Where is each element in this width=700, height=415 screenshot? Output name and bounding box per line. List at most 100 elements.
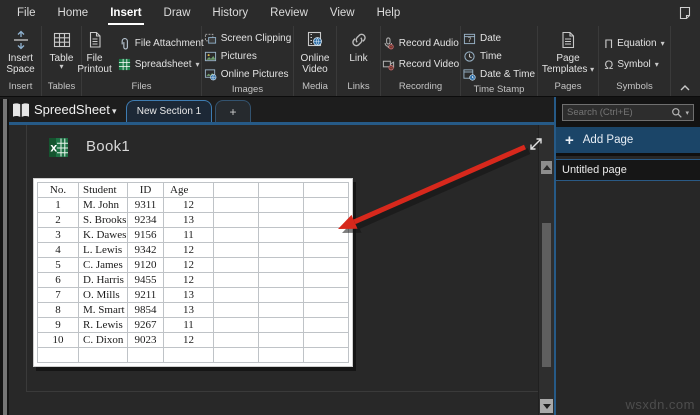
search-box[interactable]: ▾ bbox=[562, 104, 694, 121]
ribbon-group-recording: Record Audio Record Video Recording bbox=[381, 26, 461, 96]
cell: 9120 bbox=[127, 257, 164, 273]
excel-workbook-icon[interactable]: X bbox=[48, 137, 69, 158]
chevron-down-icon: ▾ bbox=[59, 62, 64, 71]
svg-text:X: X bbox=[50, 145, 57, 155]
file-printout-button[interactable]: File Printout bbox=[75, 28, 113, 75]
equation-button[interactable]: Π Equation ▾ bbox=[600, 33, 668, 54]
side-note-icon[interactable] bbox=[678, 6, 692, 20]
time-button[interactable]: Time bbox=[459, 47, 539, 65]
menu-item-help[interactable]: Help bbox=[366, 0, 412, 26]
insert-space-button[interactable]: Insert Space bbox=[0, 28, 41, 75]
cell: 12 bbox=[163, 332, 214, 348]
menu-item-view[interactable]: View bbox=[319, 0, 366, 26]
notebook-name[interactable]: SpreedSheet bbox=[34, 102, 110, 117]
group-label-pages: Pages bbox=[554, 81, 582, 92]
cell: 9854 bbox=[127, 302, 164, 318]
sidebar-search-area: ▾ bbox=[554, 97, 700, 127]
online-video-label: Online Video bbox=[300, 53, 330, 75]
page-margin-line bbox=[26, 125, 27, 391]
symbol-button[interactable]: Ω Symbol ▾ bbox=[600, 54, 668, 75]
page-templates-button[interactable]: Page Templates ▾ bbox=[539, 28, 597, 75]
table-button[interactable]: Table ▾ bbox=[48, 28, 76, 71]
date-button[interactable]: 7 Date bbox=[459, 29, 539, 47]
table-row: 3 K. Dawes 9156 11 bbox=[37, 227, 349, 243]
student-table: No. Student ID Age 1 M. John 9311 12 2 S… bbox=[37, 182, 349, 363]
collapse-ribbon-button[interactable] bbox=[678, 82, 692, 93]
spreadsheet-button[interactable]: Spreadsheet ▾ bbox=[114, 54, 208, 75]
scrollbar-thumb[interactable] bbox=[542, 223, 551, 367]
pictures-label: Pictures bbox=[220, 50, 257, 62]
page-canvas[interactable]: X Book1 No. Student ID Age 1 M. John 931… bbox=[9, 125, 542, 415]
cell: 3 bbox=[37, 227, 79, 243]
cell: 2 bbox=[37, 212, 79, 228]
search-input[interactable] bbox=[563, 107, 672, 118]
ribbon-group-media: Online Video Media bbox=[294, 26, 337, 96]
cell: C. Dixon bbox=[78, 332, 128, 348]
page-list-sidebar: ▾ + Add Page Untitled page wsxdn.com bbox=[554, 97, 700, 415]
embedded-spreadsheet[interactable]: No. Student ID Age 1 M. John 9311 12 2 S… bbox=[33, 178, 353, 367]
cell: 9211 bbox=[127, 287, 164, 303]
file-attachment-button[interactable]: File Attachment bbox=[114, 33, 208, 54]
cell bbox=[213, 212, 259, 228]
date-time-button[interactable]: Date & Time bbox=[459, 65, 539, 83]
online-video-button[interactable]: Online Video bbox=[294, 28, 336, 75]
cell: 12 bbox=[163, 197, 214, 213]
online-pictures-button[interactable]: Online Pictures bbox=[200, 65, 296, 83]
menu-item-review[interactable]: Review bbox=[259, 0, 319, 26]
cell: S. Brooks bbox=[78, 212, 128, 228]
triangle-up-icon bbox=[542, 165, 551, 170]
cell bbox=[258, 287, 304, 303]
table-row: 2 S. Brooks 9234 13 bbox=[37, 212, 349, 228]
page-templates-icon bbox=[558, 30, 578, 50]
cell: 7 bbox=[37, 287, 79, 303]
record-audio-button[interactable]: Record Audio bbox=[378, 33, 463, 54]
add-page-button[interactable]: + Add Page bbox=[554, 127, 700, 156]
date-time-icon bbox=[463, 68, 476, 81]
expand-icon[interactable] bbox=[527, 135, 545, 153]
group-label-media: Media bbox=[302, 81, 328, 92]
search-icon[interactable] bbox=[671, 107, 683, 119]
table-row: 8 M. Smart 9854 13 bbox=[37, 302, 349, 318]
group-label-files: Files bbox=[131, 81, 152, 92]
svg-text:7: 7 bbox=[468, 37, 472, 44]
embedded-workbook-title[interactable]: Book1 bbox=[86, 138, 130, 155]
table-row: 6 D. Harris 9455 12 bbox=[37, 272, 349, 288]
table-row: 10 C. Dixon 9023 12 bbox=[37, 332, 349, 348]
cell bbox=[303, 332, 349, 348]
cell: M. Smart bbox=[78, 302, 128, 318]
scroll-down-button[interactable] bbox=[540, 399, 553, 413]
ribbon-group-symbols: Π Equation ▾ Ω Symbol ▾ Symbols bbox=[599, 26, 671, 96]
cell bbox=[163, 347, 214, 363]
watermark: wsxdn.com bbox=[625, 397, 695, 412]
menu-item-file[interactable]: File bbox=[6, 0, 47, 26]
scroll-up-button[interactable] bbox=[541, 161, 552, 174]
cell bbox=[303, 257, 349, 273]
cell bbox=[37, 347, 79, 363]
cell bbox=[213, 197, 259, 213]
record-video-button[interactable]: Record Video bbox=[378, 54, 463, 75]
cell: 6 bbox=[37, 272, 79, 288]
menu-item-insert[interactable]: Insert bbox=[99, 0, 152, 26]
header-cell: ID bbox=[127, 182, 164, 198]
section-tab-new-section-1[interactable]: New Section 1 bbox=[126, 100, 212, 122]
search-scope-caret-icon[interactable]: ▾ bbox=[683, 109, 693, 117]
page-list-item-untitled[interactable]: Untitled page bbox=[554, 159, 700, 181]
cell bbox=[303, 212, 349, 228]
ribbon-group-images: Screen Clipping Pictures Online Pictures bbox=[202, 26, 294, 96]
menu-item-home[interactable]: Home bbox=[47, 0, 100, 26]
menu-item-draw[interactable]: Draw bbox=[153, 0, 202, 26]
pictures-button[interactable]: Pictures bbox=[200, 47, 296, 65]
link-button[interactable]: Link bbox=[347, 28, 371, 64]
triangle-down-icon bbox=[542, 403, 551, 409]
cell bbox=[213, 347, 259, 363]
header-cell: Age bbox=[163, 182, 214, 198]
plus-icon: + bbox=[565, 131, 574, 149]
ribbon-group-time-stamp: 7 Date Time Date & Time Time Stamp bbox=[461, 26, 538, 96]
chevron-down-icon[interactable]: ▾ bbox=[112, 106, 117, 117]
add-section-button[interactable]: + bbox=[215, 100, 251, 122]
cell: K. Dawes bbox=[78, 227, 128, 243]
vertical-scrollbar[interactable] bbox=[538, 125, 554, 415]
screen-clipping-button[interactable]: Screen Clipping bbox=[200, 29, 296, 47]
spreadsheet-label: Spreadsheet bbox=[134, 59, 192, 70]
menu-item-history[interactable]: History bbox=[201, 0, 259, 26]
